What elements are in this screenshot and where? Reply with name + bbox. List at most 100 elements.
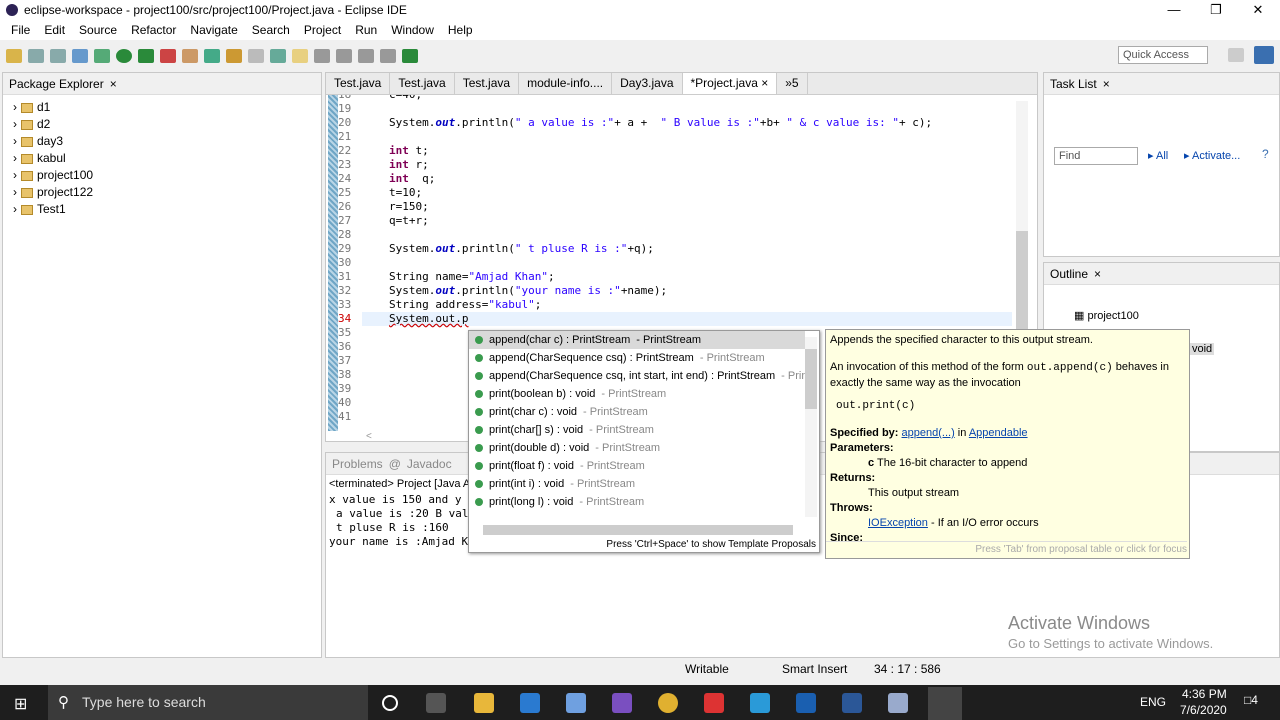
new-java-project-icon[interactable] <box>182 49 198 63</box>
menu-refactor[interactable]: Refactor <box>124 23 183 37</box>
tabs-overflow[interactable]: »5 <box>777 73 808 94</box>
restore-button[interactable]: ❐ <box>1194 0 1238 20</box>
tab-problems[interactable]: Problems <box>332 457 383 471</box>
project-project100[interactable]: › project100 <box>3 167 321 184</box>
project-kabul[interactable]: › kabul <box>3 150 321 167</box>
debug-icon[interactable] <box>94 49 110 63</box>
close-icon[interactable]: × <box>1094 267 1101 281</box>
tab-test-java[interactable]: Test.java <box>326 73 391 94</box>
project-day3[interactable]: › day3 <box>3 133 321 150</box>
windows-start-icon[interactable]: ⊞ <box>14 694 27 714</box>
package-explorer-title[interactable]: Package Explorer <box>9 77 104 91</box>
help-icon[interactable]: ? <box>1262 147 1269 161</box>
windows-taskbar: ⊞ Type here to search ⚲ ENG 4:36 PM 7/6/… <box>0 685 1280 720</box>
language-indicator[interactable]: ENG <box>1140 695 1166 709</box>
run-icon[interactable] <box>116 49 132 63</box>
menu-source[interactable]: Source <box>72 23 124 37</box>
clock-time[interactable]: 4:36 PM <box>1182 687 1227 701</box>
proposal-scrollbar[interactable] <box>805 337 817 517</box>
coverage-icon[interactable] <box>138 49 154 63</box>
proposal-hscrollbar[interactable] <box>483 525 793 535</box>
append-link[interactable]: append(...) <box>902 427 955 439</box>
task-find-input[interactable]: Find <box>1054 147 1138 165</box>
project-d1[interactable]: › d1 <box>3 99 321 116</box>
pilcrow-icon[interactable] <box>314 49 330 63</box>
forward-icon[interactable] <box>380 49 396 63</box>
chrome-icon[interactable] <box>658 693 678 713</box>
proposal-list[interactable]: append(char c) : PrintStream - PrintStrea… <box>469 331 805 519</box>
highlight-icon[interactable] <box>292 49 308 63</box>
word-icon[interactable] <box>842 693 862 713</box>
new-class-icon[interactable] <box>204 49 220 63</box>
proposal-item[interactable]: print(float f) : void - PrintStream <box>469 457 805 475</box>
search-icon[interactable] <box>248 49 264 63</box>
menu-project[interactable]: Project <box>297 23 348 37</box>
outline-item[interactable]: ▦ project100 <box>1074 309 1139 322</box>
menu-help[interactable]: Help <box>441 23 480 37</box>
taskbar-search[interactable]: Type here to search <box>48 685 368 720</box>
activate-link[interactable]: ▸ Activate... <box>1184 149 1240 162</box>
close-button[interactable]: ✕ <box>1236 0 1280 20</box>
proposal-item[interactable]: print(double d) : void - PrintStream <box>469 439 805 457</box>
project-d2[interactable]: › d2 <box>3 116 321 133</box>
app-icon[interactable] <box>566 693 586 713</box>
skip-breakpoints-icon[interactable] <box>72 49 88 63</box>
close-icon[interactable]: × <box>1103 77 1110 91</box>
appendable-link[interactable]: Appendable <box>969 427 1028 439</box>
open-type-icon[interactable] <box>226 49 242 63</box>
visual-studio-icon[interactable] <box>612 693 632 713</box>
tab-project-java[interactable]: *Project.java × <box>682 73 778 94</box>
all-link[interactable]: ▸ All <box>1148 149 1168 162</box>
store-icon[interactable] <box>520 693 540 713</box>
tab-javadoc[interactable]: Javadoc <box>407 457 452 471</box>
external-tools-icon[interactable] <box>160 49 176 63</box>
quick-access-input[interactable]: Quick Access <box>1118 46 1208 64</box>
tab-test-java[interactable]: Test.java <box>455 73 520 94</box>
back-icon[interactable] <box>358 49 374 63</box>
perspective-icon[interactable] <box>1228 48 1244 62</box>
cortana-icon[interactable] <box>382 695 398 711</box>
ioexception-link[interactable]: IOException <box>868 517 928 529</box>
eclipse-taskbar-icon[interactable] <box>928 687 962 720</box>
save-all-icon[interactable] <box>50 49 66 63</box>
proposal-item[interactable]: append(CharSequence csq, int start, int … <box>469 367 805 385</box>
outline-title[interactable]: Outline <box>1050 267 1088 281</box>
menu-window[interactable]: Window <box>384 23 441 37</box>
menu-run[interactable]: Run <box>348 23 384 37</box>
menu-search[interactable]: Search <box>245 23 297 37</box>
acrobat-icon[interactable] <box>704 693 724 713</box>
media-icon[interactable] <box>796 693 816 713</box>
open-perspective-icon[interactable] <box>402 49 418 63</box>
file-explorer-icon[interactable] <box>474 693 494 713</box>
task-list-title[interactable]: Task List <box>1050 77 1097 91</box>
new-icon[interactable] <box>6 49 22 63</box>
tab-day3-java[interactable]: Day3.java <box>612 73 683 94</box>
tab-test-java[interactable]: Test.java <box>390 73 455 94</box>
menu-file[interactable]: File <box>4 23 37 37</box>
status-bar: Writable Smart Insert 34 : 17 : 586 <box>0 658 1280 680</box>
task-view-icon[interactable] <box>426 693 446 713</box>
proposal-item[interactable]: print(boolean b) : void - PrintStream <box>469 385 805 403</box>
project-project122[interactable]: › project122 <box>3 184 321 201</box>
menu-edit[interactable]: Edit <box>37 23 72 37</box>
proposal-item[interactable]: print(char[] s) : void - PrintStream <box>469 421 805 439</box>
proposal-item[interactable]: print(char c) : void - PrintStream <box>469 403 805 421</box>
notepad-icon[interactable] <box>888 693 908 713</box>
java-perspective-icon[interactable] <box>1254 46 1274 64</box>
minimize-button[interactable]: — <box>1152 0 1196 20</box>
next-annotation-icon[interactable] <box>336 49 352 63</box>
proposal-item[interactable]: append(CharSequence csq) : PrintStream - … <box>469 349 805 367</box>
close-icon[interactable]: × <box>110 77 117 91</box>
tab-module-info[interactable]: module-info.... <box>519 73 613 94</box>
project-test1[interactable]: › Test1 <box>3 201 321 218</box>
proposal-item[interactable]: print(long l) : void - PrintStream <box>469 493 805 511</box>
status-insert-mode[interactable]: Smart Insert <box>782 662 847 676</box>
proposal-item[interactable]: print(int i) : void - PrintStream <box>469 475 805 493</box>
proposal-item[interactable]: append(char c) : PrintStream - PrintStrea… <box>469 331 805 349</box>
save-icon[interactable] <box>28 49 44 63</box>
toggle-mark-icon[interactable] <box>270 49 286 63</box>
clock-date[interactable]: 7/6/2020 <box>1180 703 1227 717</box>
skype-icon[interactable] <box>750 693 770 713</box>
notification-icon[interactable]: □4 <box>1244 693 1258 707</box>
menu-navigate[interactable]: Navigate <box>183 23 244 37</box>
